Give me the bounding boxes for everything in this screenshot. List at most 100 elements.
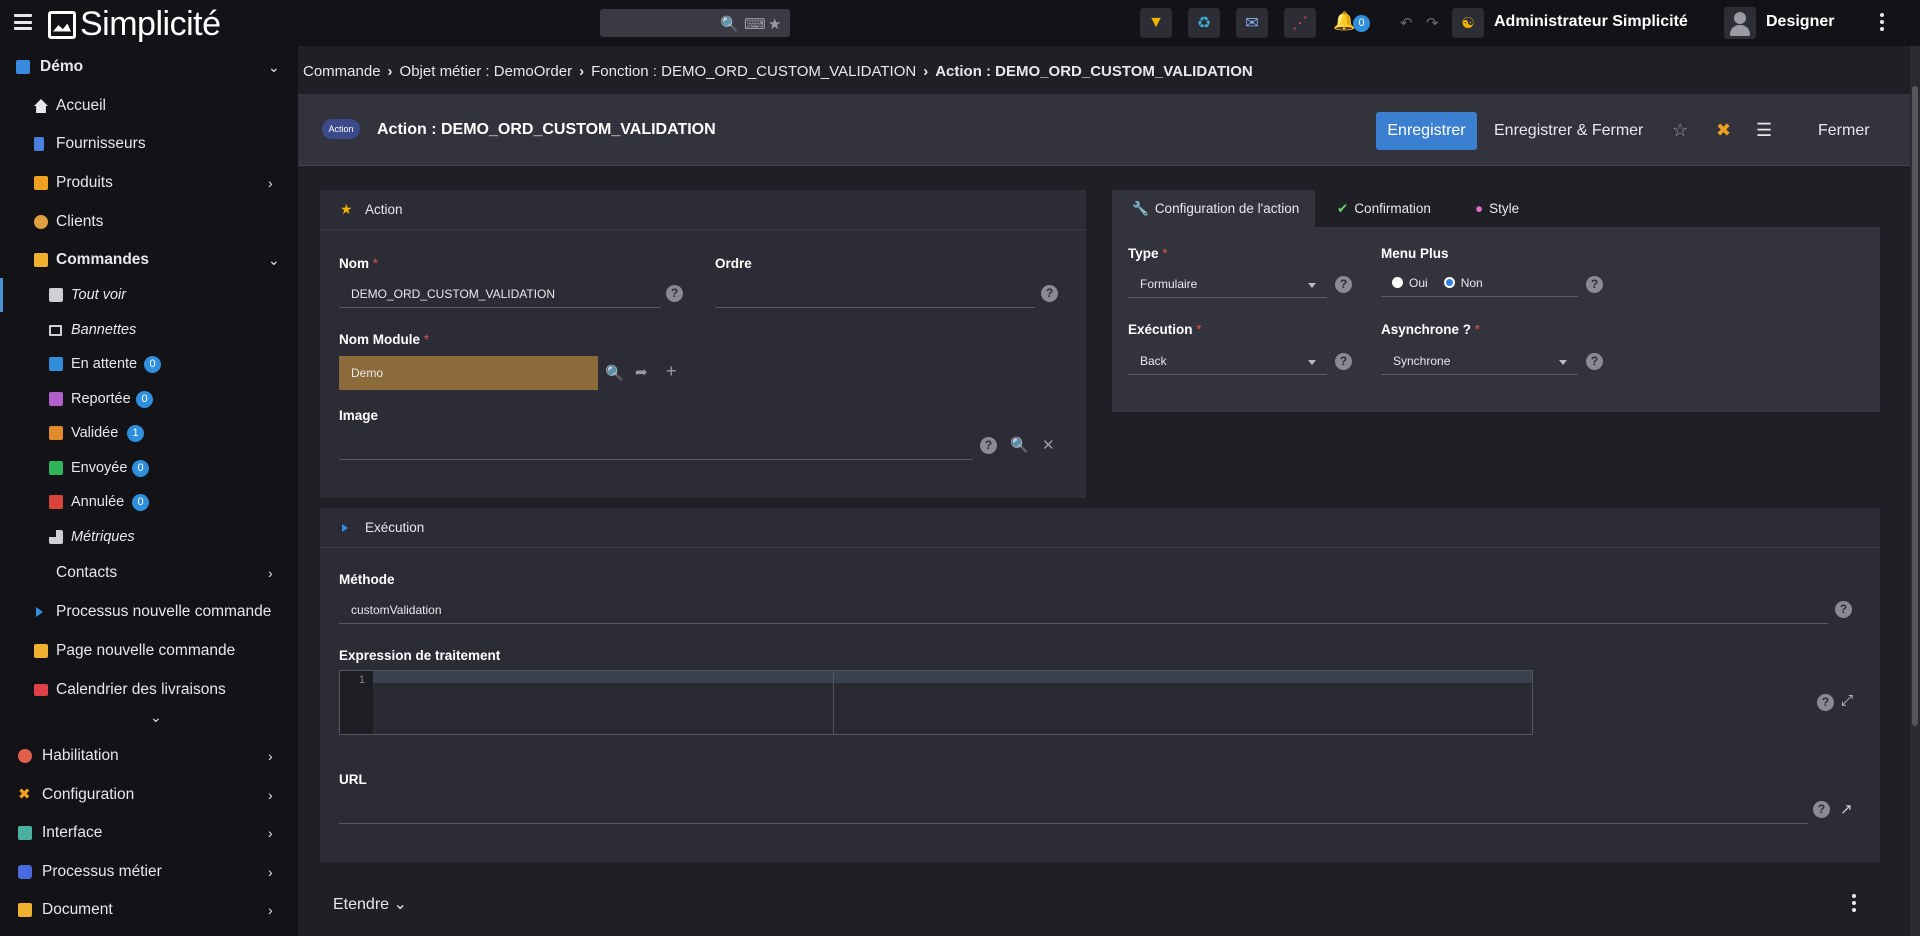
search-icon[interactable]: 🔍 [720, 15, 739, 33]
help-icon[interactable]: ? [1335, 353, 1352, 370]
sidebar-subitem-validee[interactable]: Validée 1 [0, 416, 298, 450]
breadcrumb-item[interactable]: Fonction : DEMO_ORD_CUSTOM_VALIDATION [591, 63, 916, 80]
count-badge: 0 [144, 355, 161, 373]
filter-icon[interactable]: ▼ [1140, 8, 1172, 38]
help-icon[interactable]: ? [1335, 276, 1352, 293]
help-icon[interactable]: ? [1817, 694, 1834, 711]
radio-non[interactable] [1443, 277, 1455, 288]
list-icon[interactable]: ☰ [1756, 120, 1772, 141]
action-panel-header[interactable]: ★ Action [320, 190, 1086, 230]
share-icon[interactable]: ➦ [635, 363, 648, 381]
designer-avatar-icon[interactable] [1724, 7, 1756, 39]
breadcrumb-item[interactable]: Objet métier : DemoOrder [400, 63, 573, 80]
nom-field[interactable]: DEMO_ORD_CUSTOM_VALIDATION [339, 280, 661, 308]
help-icon[interactable]: ? [1813, 801, 1830, 818]
sidebar-item-processus-nouvelle-commande[interactable]: Processus nouvelle commande [0, 595, 298, 629]
sidebar-more-toggle[interactable]: ⌄ [0, 700, 298, 734]
sidebar-subitem-tout-voir[interactable]: Tout voir [0, 278, 298, 312]
tab-configuration[interactable]: 🔧 Configuration de l'action [1112, 190, 1315, 227]
fullscreen-icon[interactable]: ⤢ [1841, 692, 1853, 709]
sidebar-subitem-metriques[interactable]: Métriques [0, 520, 298, 554]
radio-oui[interactable] [1392, 277, 1403, 288]
keyboard-icon[interactable]: ⌨ [744, 15, 766, 33]
clear-icon[interactable]: ✕ [1042, 436, 1055, 454]
more-icon[interactable] [1852, 894, 1856, 912]
methode-field[interactable]: customValidation [339, 596, 1828, 624]
help-icon[interactable]: ? [980, 437, 997, 454]
sidebar-item-fournisseurs[interactable]: Fournisseurs [0, 127, 298, 161]
status-dot-icon [49, 461, 63, 475]
close-button[interactable]: Fermer [1818, 122, 1870, 140]
help-icon[interactable]: ? [1041, 285, 1058, 302]
sidebar-item-label: Produits [56, 174, 113, 191]
execution-select[interactable]: Back [1128, 347, 1327, 375]
scrollbar-thumb[interactable] [1912, 86, 1918, 726]
scrollbar[interactable] [1910, 46, 1920, 936]
chevron-right-icon: › [268, 787, 273, 803]
sidebar-subitem-reportee[interactable]: Reportée 0 [0, 382, 298, 416]
user-avatar-icon[interactable]: ☯ [1452, 8, 1484, 38]
sidebar-item-produits[interactable]: Produits › [0, 166, 298, 200]
more-icon[interactable] [1880, 13, 1884, 31]
help-icon[interactable]: ? [1835, 601, 1852, 618]
designer-label[interactable]: Designer [1766, 13, 1834, 31]
sidebar-subitem-en-attente[interactable]: En attente 0 [0, 347, 298, 381]
nom-label: Nom * [339, 256, 379, 271]
menu-icon[interactable] [14, 14, 32, 30]
star-icon[interactable]: ★ [768, 15, 781, 33]
sidebar-item-accueil[interactable]: Accueil [0, 89, 298, 123]
undo-icon[interactable]: ↶ [1400, 14, 1413, 32]
image-field[interactable] [339, 432, 973, 460]
bell-icon[interactable]: 🔔 0 [1333, 11, 1370, 32]
url-field[interactable] [339, 796, 1808, 824]
palette-icon: ● [1475, 201, 1484, 216]
sidebar-item-page-nouvelle-commande[interactable]: Page nouvelle commande [0, 634, 298, 668]
chevron-down-icon: ⌄ [393, 896, 407, 913]
ordre-field[interactable] [715, 280, 1035, 308]
save-close-button[interactable]: Enregistrer & Fermer [1494, 122, 1643, 140]
search-input[interactable] [600, 9, 710, 37]
async-select[interactable]: Synchrone [1381, 347, 1578, 375]
logo-text: Simplicité [80, 5, 221, 43]
search-icon[interactable]: 🔍 [1010, 436, 1029, 454]
chevron-right-icon: › [923, 63, 929, 80]
save-button[interactable]: Enregistrer [1376, 112, 1477, 150]
help-icon[interactable]: ? [1586, 276, 1603, 293]
execution-panel-header[interactable]: Exécution [320, 508, 1880, 548]
tab-style[interactable]: ● Style [1455, 190, 1555, 227]
sidebar-group-processus-metier[interactable]: Processus métier › [0, 855, 298, 889]
sidebar-group-configuration[interactable]: ✖ Configuration › [0, 778, 298, 812]
sidebar-subitem-envoyee[interactable]: Envoyée 0 [0, 451, 298, 485]
tab-confirmation[interactable]: ✔ Confirmation [1315, 190, 1455, 227]
sidebar-item-label: Fournisseurs [56, 135, 146, 152]
share-icon[interactable]: ⋰ [1284, 8, 1316, 38]
sidebar-group-habilitation[interactable]: Habilitation › [0, 739, 298, 773]
type-select[interactable]: Formulaire [1128, 270, 1327, 298]
redo-icon[interactable]: ↷ [1426, 14, 1439, 32]
sidebar-scope-demo[interactable]: Démo ⌄ [0, 50, 298, 84]
sidebar-subitem-annulee[interactable]: Annulée 0 [0, 485, 298, 519]
logo[interactable]: Simplicité [48, 5, 221, 44]
sidebar-subitem-bannettes[interactable]: Bannettes [0, 313, 298, 347]
sidebar-item-clients[interactable]: Clients [0, 205, 298, 239]
help-icon[interactable]: ? [666, 285, 683, 302]
tools-icon[interactable]: ✖ [1716, 120, 1731, 141]
add-icon[interactable]: + [666, 361, 677, 382]
search-icon[interactable]: 🔍 [605, 364, 624, 382]
module-field[interactable]: Demo [339, 356, 598, 390]
star-icon[interactable]: ☆ [1672, 120, 1688, 141]
expand-button[interactable]: Etendre ⌄ [333, 894, 407, 914]
help-icon[interactable]: ? [1586, 353, 1603, 370]
external-link-icon[interactable]: ↗ [1840, 800, 1853, 818]
sidebar-item-commandes[interactable]: Commandes ⌄ [0, 243, 298, 277]
sidebar-group-document[interactable]: Document › [0, 893, 298, 927]
sidebar-item-contacts[interactable]: Contacts › [0, 556, 298, 590]
recycle-icon[interactable]: ♻ [1188, 8, 1220, 38]
sidebar-item-label: Document [42, 901, 113, 918]
message-icon[interactable]: ✉ [1236, 8, 1268, 38]
check-circle-icon: ✔ [1337, 200, 1349, 216]
sidebar-group-interface[interactable]: Interface › [0, 816, 298, 850]
breadcrumb-item[interactable]: Commande [303, 63, 381, 80]
code-editor[interactable]: 1 [339, 670, 1533, 735]
user-name[interactable]: Administrateur Simplicité [1494, 13, 1688, 31]
